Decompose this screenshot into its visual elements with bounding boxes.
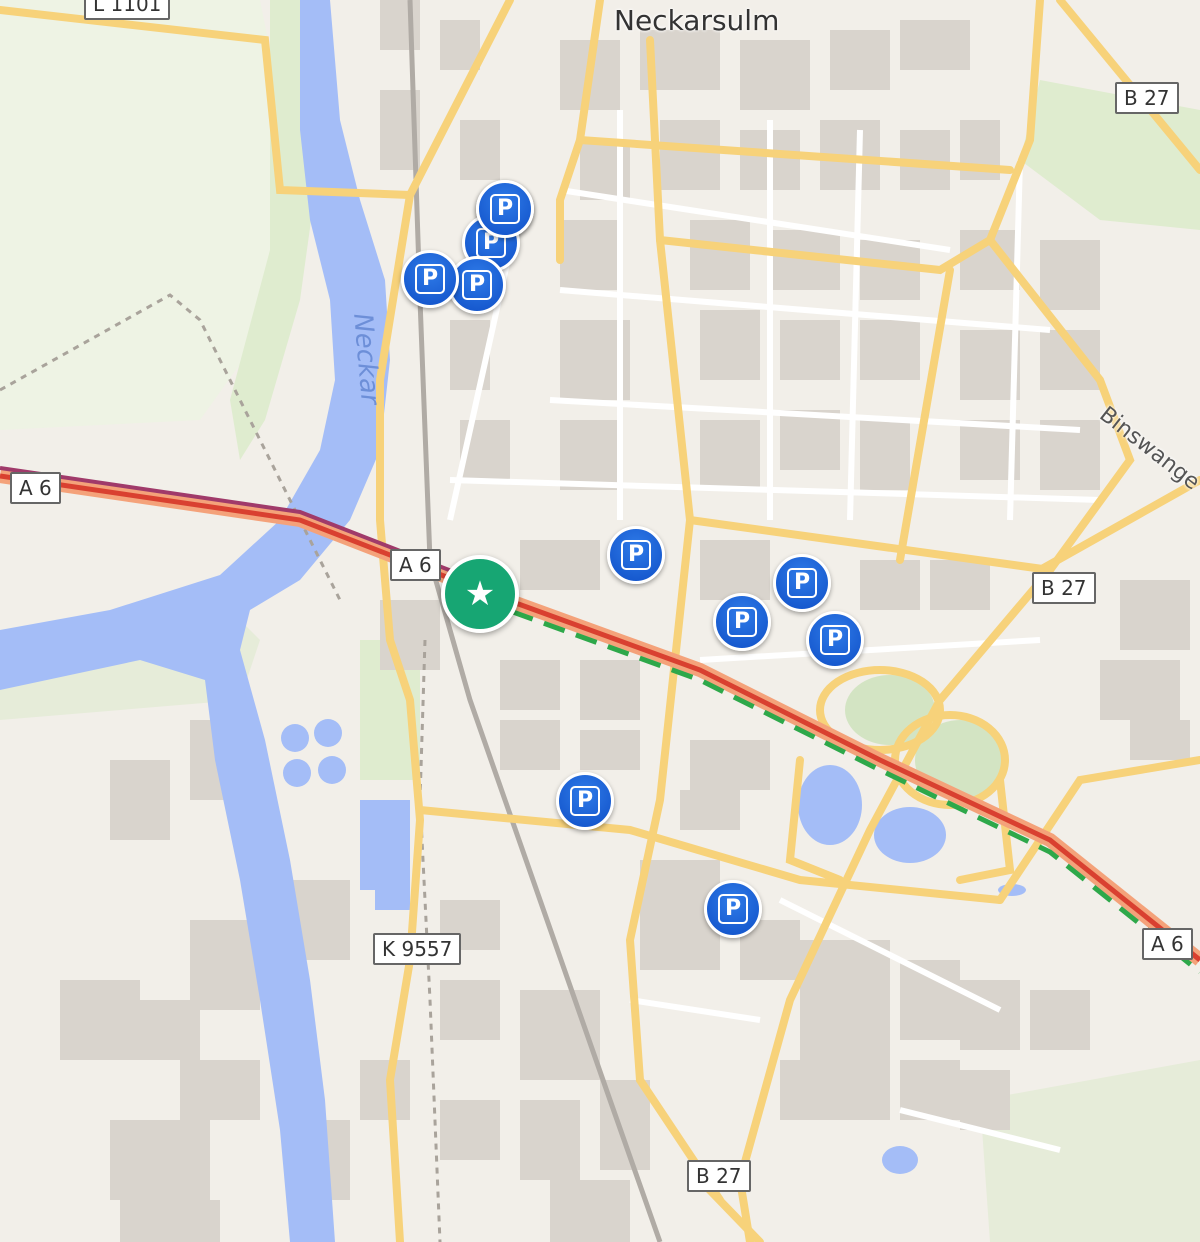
road-shield-l1101: L 1101 xyxy=(84,0,171,20)
parking-icon[interactable]: P xyxy=(401,250,459,308)
road-shield-a6-left: A 6 xyxy=(10,472,61,504)
parking-symbol: P xyxy=(718,894,748,924)
city-label: Neckarsulm xyxy=(614,4,780,37)
road-shield-a6-center: A 6 xyxy=(390,549,441,581)
road-shield-b27-top: B 27 xyxy=(1115,82,1179,114)
parking-symbol: P xyxy=(415,264,445,294)
parking-symbol: P xyxy=(621,540,651,570)
parking-icon[interactable]: P xyxy=(806,611,864,669)
parking-symbol: P xyxy=(727,607,757,637)
road-shield-b27-bottom: B 27 xyxy=(687,1160,751,1192)
parking-symbol: P xyxy=(820,625,850,655)
parking-symbol: P xyxy=(490,194,520,224)
road-shield-k9557: K 9557 xyxy=(373,933,462,965)
parking-icon[interactable]: P xyxy=(773,554,831,612)
parking-symbol: P xyxy=(462,270,492,300)
parking-symbol: P xyxy=(570,786,600,816)
parking-icon[interactable]: P xyxy=(704,880,762,938)
map-canvas[interactable] xyxy=(0,0,1200,1242)
road-shield-a6-right: A 6 xyxy=(1142,928,1193,960)
parking-icon[interactable]: P xyxy=(556,772,614,830)
star-icon: ★ xyxy=(464,574,496,614)
parking-icon[interactable]: P xyxy=(713,593,771,651)
road-shield-b27-mid: B 27 xyxy=(1032,572,1096,604)
parking-icon[interactable]: P xyxy=(476,180,534,238)
selected-location-marker[interactable]: ★ xyxy=(441,555,519,633)
parking-symbol: P xyxy=(787,568,817,598)
parking-icon[interactable]: P xyxy=(607,526,665,584)
map-view[interactable]: Neckarsulm Neckar Binswange L 1101 B 27 … xyxy=(0,0,1200,1242)
